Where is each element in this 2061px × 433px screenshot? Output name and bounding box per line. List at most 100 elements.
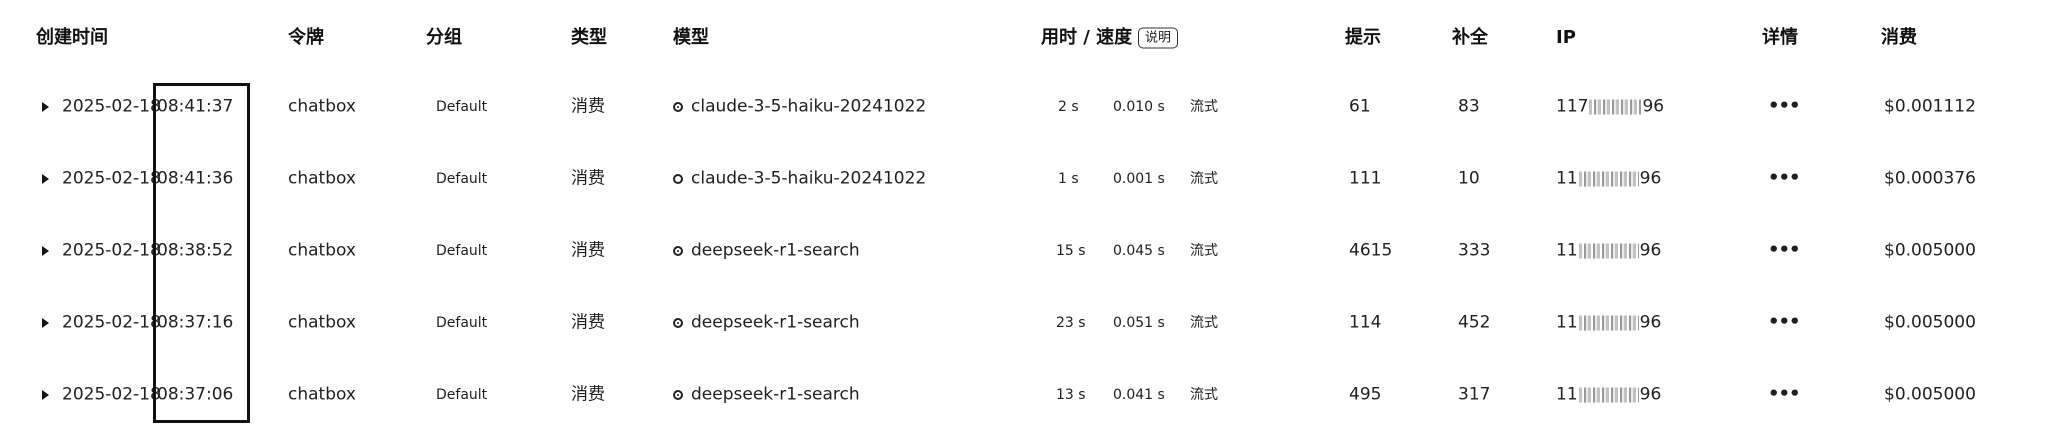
header-ip: IP [1556,27,1576,48]
row-speed: 0.010 s [1113,99,1165,115]
row-cost: $0.005000 [1884,312,1976,333]
model-status-dot-icon [673,102,683,112]
row-cost: $0.001112 [1884,96,1976,117]
row-token: chatbox [288,240,356,261]
header-prompt: 提示 [1345,27,1381,48]
ip-suffix: 96 [1639,240,1662,261]
header-group: 分组 [426,27,462,48]
row-duration: 13 s [1056,387,1086,403]
row-time: 08:37:16 [157,312,234,333]
row-type: 消费 [571,168,605,189]
row-model: deepseek-r1-search [691,240,860,261]
ip-prefix: 11 [1556,384,1578,405]
row-completion: 10 [1458,168,1480,189]
row-mode: 流式 [1190,387,1218,403]
row-date: 2025-02-18 [62,384,161,405]
ip-redacted-mask [1578,387,1639,402]
row-type: 消费 [571,312,605,333]
model-status-dot-icon [673,318,683,328]
row-mode: 流式 [1190,243,1218,259]
row-model: deepseek-r1-search [691,312,860,333]
row-completion: 452 [1458,312,1491,333]
ip-redacted-mask [1578,243,1639,258]
ip-prefix: 11 [1556,312,1578,333]
row-token: chatbox [288,312,356,333]
row-model: deepseek-r1-search [691,384,860,405]
ip-prefix: 117 [1556,96,1589,117]
ip-redacted-mask [1578,171,1639,186]
row-date: 2025-02-18 [62,96,161,117]
more-details-icon[interactable]: ••• [1768,239,1801,260]
header-details: 详情 [1762,27,1798,48]
ip-redacted-mask [1578,315,1639,330]
row-prompt: 4615 [1349,240,1393,261]
usage-log-table: 创建时间 令牌 分组 类型 模型 用时 / 速度 说明 提示 补全 IP 详情 … [0,0,2061,433]
more-details-icon[interactable]: ••• [1768,311,1801,332]
row-date: 2025-02-18 [62,168,161,189]
expand-row-icon[interactable] [42,390,49,400]
row-ip: 11 96 [1556,240,1662,261]
row-cost: $0.005000 [1884,384,1976,405]
row-mode: 流式 [1190,99,1218,115]
row-cost: $0.005000 [1884,240,1976,261]
header-completion: 补全 [1452,27,1488,48]
row-prompt: 114 [1349,312,1382,333]
row-time: 08:38:52 [157,240,234,261]
row-model: claude-3-5-haiku-20241022 [691,168,927,189]
row-mode: 流式 [1190,315,1218,331]
model-status-dot-icon [673,390,683,400]
row-group: Default [436,171,488,187]
row-speed: 0.001 s [1113,171,1165,187]
row-date: 2025-02-18 [62,240,161,261]
row-speed: 0.041 s [1113,387,1165,403]
row-speed: 0.045 s [1113,243,1165,259]
row-type: 消费 [571,96,605,117]
row-cost: $0.000376 [1884,168,1976,189]
header-model: 模型 [673,27,709,48]
row-time: 08:37:06 [157,384,234,405]
row-completion: 333 [1458,240,1491,261]
expand-row-icon[interactable] [42,246,49,256]
row-duration: 1 s [1058,171,1079,187]
row-time: 08:41:37 [157,96,234,117]
row-completion: 83 [1458,96,1480,117]
row-ip: 117 96 [1556,96,1665,117]
row-date: 2025-02-18 [62,312,161,333]
row-group: Default [436,99,488,115]
row-speed: 0.051 s [1113,315,1165,331]
row-time: 08:41:36 [157,168,234,189]
row-completion: 317 [1458,384,1491,405]
row-token: chatbox [288,168,356,189]
row-ip: 11 96 [1556,168,1662,189]
row-token: chatbox [288,96,356,117]
ip-redacted-mask [1589,99,1642,114]
row-group: Default [436,387,488,403]
expand-row-icon[interactable] [42,318,49,328]
ip-suffix: 96 [1639,384,1662,405]
more-details-icon[interactable]: ••• [1768,167,1801,188]
ip-suffix: 96 [1639,312,1662,333]
ip-prefix: 11 [1556,240,1578,261]
row-prompt: 111 [1349,168,1382,189]
row-duration: 23 s [1056,315,1086,331]
expand-row-icon[interactable] [42,102,49,112]
row-prompt: 495 [1349,384,1382,405]
header-timing-speed: 用时 / 速度 [1041,27,1133,48]
ip-suffix: 96 [1639,168,1662,189]
row-duration: 2 s [1058,99,1079,115]
expand-row-icon[interactable] [42,174,49,184]
header-cost: 消费 [1881,27,1917,48]
model-status-dot-icon [673,174,683,184]
ip-suffix: 96 [1642,96,1665,117]
header-type: 类型 [571,27,607,48]
row-ip: 11 96 [1556,384,1662,405]
row-duration: 15 s [1056,243,1086,259]
more-details-icon[interactable]: ••• [1768,95,1801,116]
more-details-icon[interactable]: ••• [1768,383,1801,404]
explain-button[interactable]: 说明 [1138,27,1179,49]
ip-prefix: 11 [1556,168,1578,189]
row-type: 消费 [571,240,605,261]
row-model: claude-3-5-haiku-20241022 [691,96,927,117]
row-group: Default [436,315,488,331]
row-prompt: 61 [1349,96,1371,117]
